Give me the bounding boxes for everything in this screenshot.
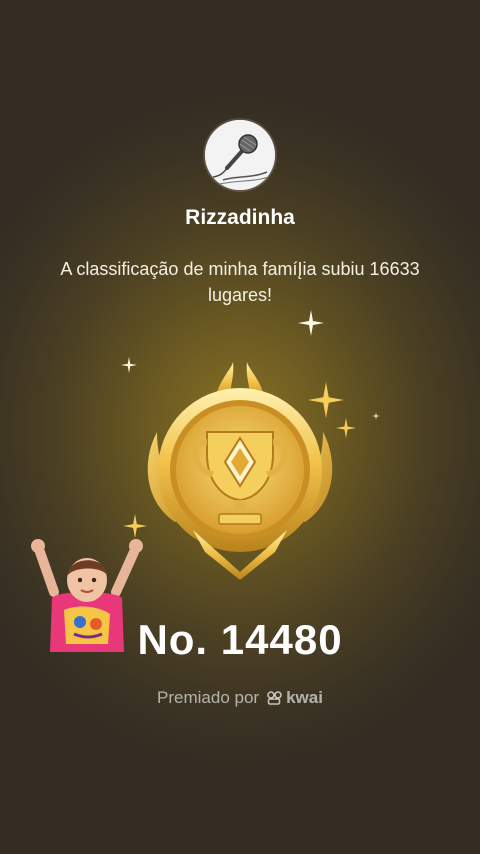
brand-name: kwai bbox=[286, 688, 323, 707]
username: Rizzadinha bbox=[185, 206, 295, 229]
awarded-by: Premiado por kwai bbox=[0, 688, 480, 708]
sparkle-icon bbox=[298, 310, 324, 336]
trophy-medal-icon bbox=[147, 362, 333, 580]
rank-number: No. 14480 bbox=[137, 616, 343, 663]
microphone-icon bbox=[205, 120, 275, 190]
family-rank-screen: Rizzadinha A classificação de minha famí… bbox=[0, 0, 480, 854]
avatar[interactable] bbox=[205, 120, 275, 190]
kwai-brand: kwai bbox=[267, 688, 323, 708]
sparkle-icon bbox=[372, 412, 380, 420]
rank-message: A classificação de minha famíĮia subiu 1… bbox=[60, 259, 420, 305]
kwai-logo-icon bbox=[267, 691, 282, 705]
awarded-label: Premiado por bbox=[157, 688, 260, 707]
